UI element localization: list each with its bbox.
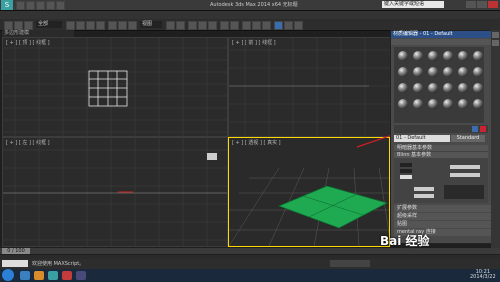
material-editor-panel: 材质编辑器 - 01 - Default 01 - Default Standa… [390,30,493,244]
app-icon[interactable] [62,271,72,280]
material-name-field[interactable]: 01 - Default [394,135,450,142]
material-slot[interactable] [458,51,468,61]
clock-date: 2014/3/22 [470,274,496,280]
app-icon[interactable] [76,271,86,280]
material-slot[interactable] [458,67,468,77]
material-slot[interactable] [398,99,408,109]
material-slot[interactable] [413,83,423,93]
time-slider[interactable]: 0 / 100 [2,248,30,254]
material-slot[interactable] [413,51,423,61]
material-editor-title: 材质编辑器 - 01 - Default [391,31,493,38]
shader-parameters: 明暗器基本参数 Blinn 基本参数 [394,145,488,203]
rollout-header[interactable]: 扩展参数 [394,205,491,212]
self-illumination-field[interactable] [450,165,480,169]
sample-slots [394,47,484,123]
status-bar: 欢迎使用 MAXScript。 [0,259,500,269]
material-slot[interactable] [473,67,483,77]
command-panel [491,30,500,270]
material-type-button[interactable]: Standard [451,135,485,142]
assign-material-icon[interactable] [472,126,478,132]
material-slot[interactable] [413,67,423,77]
taskbar: 10:21 2014/3/22 [0,269,500,282]
material-slot[interactable] [473,83,483,93]
glossiness-field[interactable] [414,194,434,198]
material-toolbar [394,125,488,133]
media-icon[interactable] [34,271,44,280]
maxscript-listener[interactable] [2,260,28,267]
animation-controls[interactable] [330,260,370,267]
material-slot[interactable] [428,99,438,109]
material-slot[interactable] [428,51,438,61]
material-slot[interactable] [458,99,468,109]
3dsmax-taskbar-icon[interactable] [48,271,58,280]
material-slot[interactable] [443,51,453,61]
status-prompt: 欢迎使用 MAXScript。 [32,261,85,267]
rollout-header[interactable]: Blinn 基本参数 [394,152,488,158]
specular-swatch[interactable] [400,175,412,179]
opacity-field[interactable] [450,173,480,177]
explorer-icon[interactable] [20,271,30,280]
material-slot[interactable] [398,51,408,61]
material-slot[interactable] [413,99,423,109]
watermark: Bai 经验 [380,234,430,248]
material-slot[interactable] [473,51,483,61]
material-slot[interactable] [428,83,438,93]
material-editor-menu[interactable] [391,39,491,45]
show-in-viewport-icon[interactable] [480,126,486,132]
material-slot[interactable] [458,83,468,93]
material-slot[interactable] [443,83,453,93]
material-slot[interactable] [473,99,483,109]
material-slot[interactable] [398,83,408,93]
rollout-header[interactable]: 贴图 [394,221,491,228]
ambient-swatch[interactable] [400,163,412,167]
diffuse-swatch[interactable] [400,169,412,173]
material-slot[interactable] [428,67,438,77]
create-tab-icon[interactable] [492,32,499,38]
material-slot[interactable] [443,67,453,77]
rollout-header[interactable]: 明暗器基本参数 [394,145,488,151]
material-slot[interactable] [398,67,408,77]
system-clock[interactable]: 10:21 2014/3/22 [470,270,496,280]
modify-tab-icon[interactable] [492,40,499,46]
specular-level-field[interactable] [414,187,434,191]
material-slot[interactable] [443,99,453,109]
start-icon[interactable] [2,269,14,281]
rollout-header[interactable]: 超级采样 [394,213,491,220]
highlight-graph [444,185,484,199]
